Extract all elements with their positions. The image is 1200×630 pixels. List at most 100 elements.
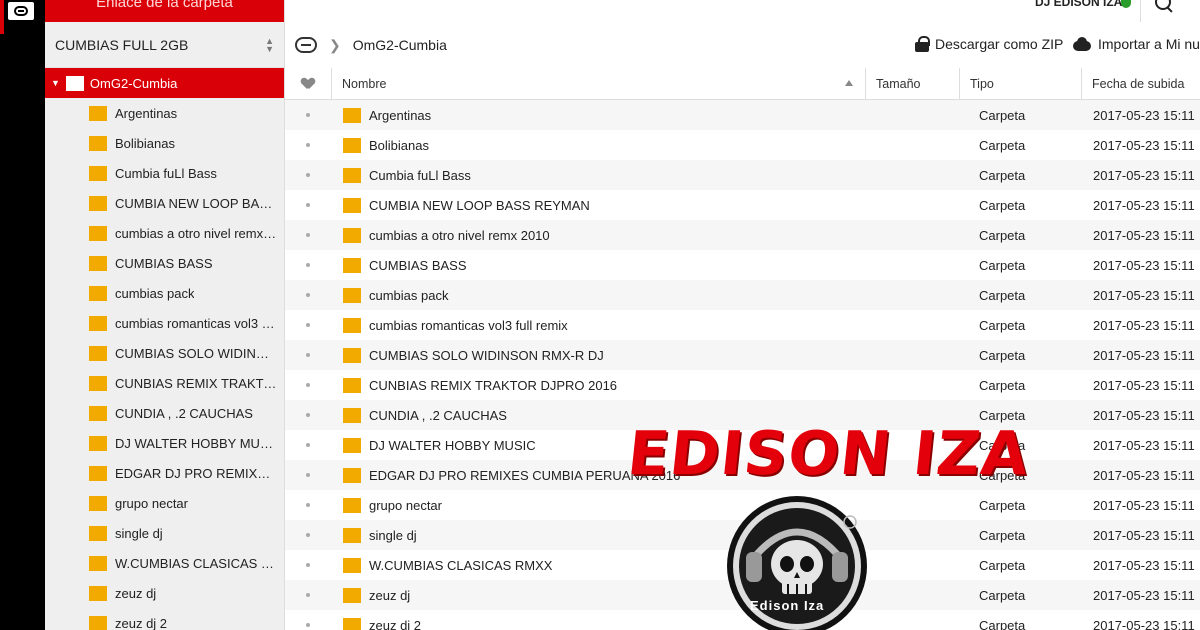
- favorite-cell[interactable]: [285, 100, 331, 130]
- favorite-dot-icon[interactable]: [306, 623, 310, 627]
- folder-name[interactable]: DJ WALTER HOBBY MUSIC: [369, 438, 536, 453]
- favorite-dot-icon[interactable]: [306, 263, 310, 267]
- favorite-cell[interactable]: [285, 520, 331, 550]
- type-column-header[interactable]: Tipo: [959, 67, 1081, 100]
- favorite-dot-icon[interactable]: [306, 593, 310, 597]
- search-icon[interactable]: [1153, 0, 1175, 18]
- name-cell[interactable]: CUMBIAS SOLO WIDINSON RMX-R DJ: [331, 340, 865, 370]
- sidebar-root-folder[interactable]: ▼ OmG2-Cumbia: [45, 68, 284, 98]
- favorite-cell[interactable]: [285, 220, 331, 250]
- sidebar-folder-item[interactable]: DJ WALTER HOBBY MUSIC: [45, 428, 284, 458]
- name-cell[interactable]: Cumbia fuLl Bass: [331, 160, 865, 190]
- table-row[interactable]: CUNBIAS REMIX TRAKTOR DJPRO 2016 Carpeta 2…: [285, 370, 1200, 400]
- favorite-dot-icon[interactable]: [306, 173, 310, 177]
- download-zip-button[interactable]: Descargar como ZIP: [915, 36, 1063, 52]
- name-cell[interactable]: cumbias pack: [331, 280, 865, 310]
- name-cell[interactable]: Argentinas: [331, 100, 865, 130]
- sidebar-folder-item[interactable]: EDGAR DJ PRO REMIXES CU...: [45, 458, 284, 488]
- user-name[interactable]: DJ EDISON IZA: [1035, 0, 1122, 9]
- favorite-dot-icon[interactable]: [306, 443, 310, 447]
- folder-name[interactable]: CUNBIAS REMIX TRAKTOR DJPRO 2016: [369, 378, 617, 393]
- favorite-dot-icon[interactable]: [306, 323, 310, 327]
- favorite-dot-icon[interactable]: [306, 383, 310, 387]
- name-cell[interactable]: CUNBIAS REMIX TRAKTOR DJPRO 2016: [331, 370, 865, 400]
- folder-name[interactable]: zeuz dj 2: [369, 618, 421, 630]
- caret-down-icon[interactable]: ▼: [51, 78, 60, 88]
- favorite-dot-icon[interactable]: [306, 413, 310, 417]
- favorite-cell[interactable]: [285, 160, 331, 190]
- sidebar-folder-item[interactable]: Argentinas: [45, 98, 284, 128]
- favorite-cell[interactable]: [285, 340, 331, 370]
- sidebar-folder-item[interactable]: cumbias a otro nivel remx 2010: [45, 218, 284, 248]
- sidebar-folder-item[interactable]: grupo nectar: [45, 488, 284, 518]
- table-row[interactable]: CUMBIAS BASS Carpeta 2017-05-23 15:11: [285, 250, 1200, 280]
- favorite-cell[interactable]: [285, 190, 331, 220]
- table-row[interactable]: cumbias a otro nivel remx 2010 Carpeta 201…: [285, 220, 1200, 250]
- favorite-cell[interactable]: [285, 550, 331, 580]
- sidebar-folder-item[interactable]: single dj: [45, 518, 284, 548]
- favorite-dot-icon[interactable]: [306, 293, 310, 297]
- name-cell[interactable]: Bolibianas: [331, 130, 865, 160]
- favorite-cell[interactable]: [285, 280, 331, 310]
- sidebar-folder-item[interactable]: zeuz dj: [45, 578, 284, 608]
- folder-name[interactable]: grupo nectar: [369, 498, 442, 513]
- favorite-column-header[interactable]: [285, 68, 331, 100]
- table-row[interactable]: Cumbia fuLl Bass Carpeta 2017-05-23 15:11: [285, 160, 1200, 190]
- sidebar-folder-item[interactable]: cumbias pack: [45, 278, 284, 308]
- favorite-cell[interactable]: [285, 580, 331, 610]
- folder-name[interactable]: Cumbia fuLl Bass: [369, 168, 471, 183]
- folder-name[interactable]: Argentinas: [369, 108, 431, 123]
- size-column-header[interactable]: Tamaño: [865, 67, 959, 100]
- name-cell[interactable]: cumbias romanticas vol3 full remix: [331, 310, 865, 340]
- folder-name[interactable]: cumbias pack: [369, 288, 448, 303]
- folder-name[interactable]: single dj: [369, 528, 417, 543]
- folder-name[interactable]: CUNDIA , .2 CAUCHAS: [369, 408, 507, 423]
- folder-name[interactable]: CUMBIA NEW LOOP BASS REYMAN: [369, 198, 590, 213]
- breadcrumb-current[interactable]: OmG2-Cumbia: [353, 37, 447, 53]
- favorite-cell[interactable]: [285, 250, 331, 280]
- favorite-dot-icon[interactable]: [306, 563, 310, 567]
- table-row[interactable]: cumbias romanticas vol3 full remix Carpet…: [285, 310, 1200, 340]
- table-row[interactable]: Argentinas Carpeta 2017-05-23 15:11: [285, 100, 1200, 130]
- favorite-cell[interactable]: [285, 490, 331, 520]
- favorite-cell[interactable]: [285, 460, 331, 490]
- import-to-cloud-button[interactable]: Importar a Mi nube: [1073, 36, 1200, 52]
- table-row[interactable]: Bolibianas Carpeta 2017-05-23 15:11: [285, 130, 1200, 160]
- sidebar-folder-item[interactable]: zeuz dj 2: [45, 608, 284, 630]
- folder-selector[interactable]: CUMBIAS FULL 2GB ▲ ▼: [45, 22, 284, 68]
- date-column-header[interactable]: Fecha de subida: [1081, 67, 1200, 100]
- table-row[interactable]: CUMBIAS SOLO WIDINSON RMX-R DJ Carpeta 201…: [285, 340, 1200, 370]
- favorite-cell[interactable]: [285, 610, 331, 630]
- favorite-cell[interactable]: [285, 400, 331, 430]
- folder-name[interactable]: CUMBIAS SOLO WIDINSON RMX-R DJ: [369, 348, 604, 363]
- favorite-dot-icon[interactable]: [306, 233, 310, 237]
- favorite-cell[interactable]: [285, 310, 331, 340]
- favorite-dot-icon[interactable]: [306, 203, 310, 207]
- name-cell[interactable]: cumbias a otro nivel remx 2010: [331, 220, 865, 250]
- folder-name[interactable]: cumbias a otro nivel remx 2010: [369, 228, 550, 243]
- folder-name[interactable]: W.CUMBIAS CLASICAS RMXX: [369, 558, 552, 573]
- link-icon[interactable]: [295, 37, 317, 53]
- favorite-dot-icon[interactable]: [306, 503, 310, 507]
- favorite-cell[interactable]: [285, 430, 331, 460]
- table-row[interactable]: CUMBIA NEW LOOP BASS REYMAN Carpeta 2017-0…: [285, 190, 1200, 220]
- folder-name[interactable]: Bolibianas: [369, 138, 429, 153]
- name-cell[interactable]: CUMBIA NEW LOOP BASS REYMAN: [331, 190, 865, 220]
- favorite-dot-icon[interactable]: [306, 113, 310, 117]
- sidebar-folder-item[interactable]: CUMBIAS BASS: [45, 248, 284, 278]
- folder-name[interactable]: zeuz dj: [369, 588, 410, 603]
- sidebar-folder-item[interactable]: cumbias romanticas vol3 full...: [45, 308, 284, 338]
- folder-name[interactable]: cumbias romanticas vol3 full remix: [369, 318, 568, 333]
- favorite-cell[interactable]: [285, 370, 331, 400]
- favorite-dot-icon[interactable]: [306, 143, 310, 147]
- sidebar-folder-item[interactable]: CUNBIAS REMIX TRAKTOR DJ...: [45, 368, 284, 398]
- folder-name[interactable]: CUMBIAS BASS: [369, 258, 467, 273]
- rail-link-icon[interactable]: [8, 2, 34, 20]
- favorite-dot-icon[interactable]: [306, 353, 310, 357]
- sidebar-folder-item[interactable]: CUMBIA NEW LOOP BASS RE...: [45, 188, 284, 218]
- favorite-dot-icon[interactable]: [306, 473, 310, 477]
- sidebar-folder-item[interactable]: CUMBIAS SOLO WIDINSON R...: [45, 338, 284, 368]
- sidebar-folder-item[interactable]: Bolibianas: [45, 128, 284, 158]
- table-row[interactable]: cumbias pack Carpeta 2017-05-23 15:11: [285, 280, 1200, 310]
- favorite-dot-icon[interactable]: [306, 533, 310, 537]
